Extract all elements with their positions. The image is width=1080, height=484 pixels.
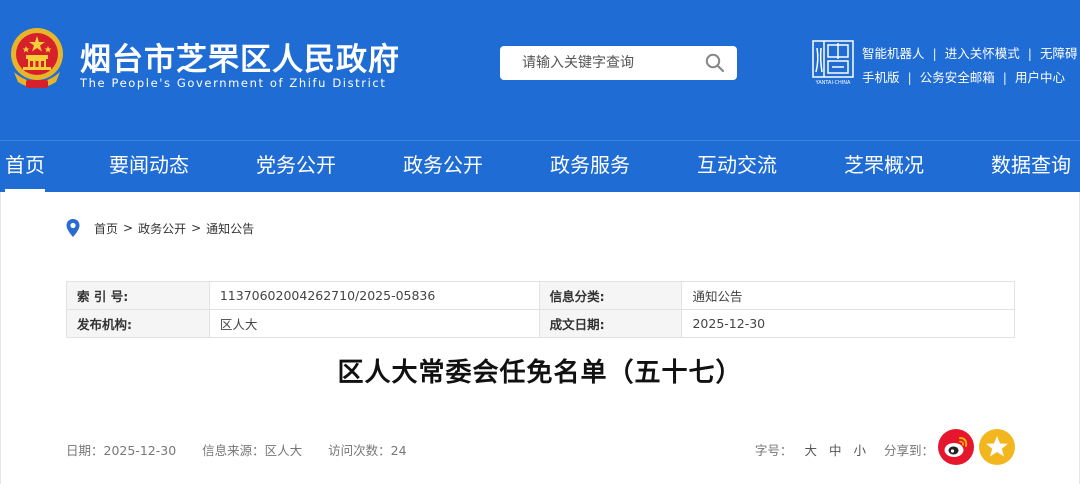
table-row: 发布机构: 区人大 成文日期: 2025-12-30 xyxy=(66,309,1015,338)
nav-item-interaction[interactable]: 互动交流 xyxy=(697,141,777,192)
link-separator: | xyxy=(907,70,912,85)
article-tools: 字号： 大 中 小 分享到： xyxy=(755,440,934,459)
main-nav: 首页 要闻动态 党务公开 政务公开 政务服务 互动交流 芝罘概况 数据查询 xyxy=(0,140,1080,192)
link-smart-robot[interactable]: 智能机器人 xyxy=(862,43,925,65)
top-links-row-1: 智能机器人 | 进入关怀模式 | 无障碍 xyxy=(862,42,1077,66)
nav-item-data-query[interactable]: 数据查询 xyxy=(991,141,1071,192)
location-pin-icon xyxy=(66,219,80,237)
search-box xyxy=(500,46,737,80)
breadcrumb-separator: > xyxy=(123,221,134,235)
meta-category-label: 信息分类: xyxy=(538,281,683,310)
nav-item-party-affairs[interactable]: 党务公开 xyxy=(256,141,336,192)
nav-item-home[interactable]: 首页 xyxy=(5,141,45,192)
link-user-center[interactable]: 用户中心 xyxy=(1015,67,1065,89)
font-size-large-button[interactable]: 大 xyxy=(804,440,817,459)
share-label: 分享到： xyxy=(883,443,934,458)
site-title: 烟台市芝罘区人民政府 xyxy=(80,42,400,78)
breadcrumb-government-affairs[interactable]: 政务公开 xyxy=(138,220,186,237)
meta-date-label: 成文日期: xyxy=(538,309,683,338)
link-separator: | xyxy=(932,46,937,61)
link-mobile-version[interactable]: 手机版 xyxy=(862,67,900,89)
font-size-small-button[interactable]: 小 xyxy=(853,440,866,459)
site-header: 烟台市芝罘区人民政府 The People's Government of Zh… xyxy=(0,0,1080,140)
article-visits: 访问次数：24 xyxy=(328,443,407,458)
search-input[interactable] xyxy=(500,46,700,80)
link-accessibility[interactable]: 无障碍 xyxy=(1040,43,1078,65)
national-emblem-icon xyxy=(11,28,63,88)
meta-date-value: 2025-12-30 xyxy=(681,309,1015,338)
city-logo-caption: YANTAI·CHINA xyxy=(815,80,851,86)
top-links: 智能机器人 | 进入关怀模式 | 无障碍 手机版 | 公务安全邮箱 | 用户中心 xyxy=(862,42,1077,90)
breadcrumb: 首页 > 政务公开 > 通知公告 xyxy=(66,218,254,238)
nav-item-government-affairs[interactable]: 政务公开 xyxy=(403,141,483,192)
link-separator: | xyxy=(1027,46,1032,61)
font-size-label: 字号： xyxy=(754,443,793,458)
yantai-city-logo-icon: YANTAI·CHINA xyxy=(812,40,854,86)
article-source: 信息来源：区人大 xyxy=(202,443,303,458)
article-info: 日期：2025-12-30 信息来源：区人大 访问次数：24 xyxy=(66,440,433,459)
document-meta-table: 索 引 号: 11370602004262710/2025-05836 信息分类… xyxy=(66,281,1015,338)
meta-index-value: 11370602004262710/2025-05836 xyxy=(208,281,540,310)
breadcrumb-notices[interactable]: 通知公告 xyxy=(206,220,254,237)
weibo-icon[interactable] xyxy=(938,429,974,465)
article-date: 日期：2025-12-30 xyxy=(66,443,177,458)
search-icon[interactable] xyxy=(705,53,725,73)
meta-publisher-value: 区人大 xyxy=(208,309,540,338)
article-title: 区人大常委会任免名单（五十七） xyxy=(337,358,743,388)
nav-item-overview[interactable]: 芝罘概况 xyxy=(844,141,924,192)
nav-item-government-services[interactable]: 政务服务 xyxy=(550,141,630,192)
top-links-row-2: 手机版 | 公务安全邮箱 | 用户中心 xyxy=(862,66,1077,90)
link-official-mailbox[interactable]: 公务安全邮箱 xyxy=(920,67,995,89)
font-size-medium-button[interactable]: 中 xyxy=(829,440,842,459)
breadcrumb-separator: > xyxy=(191,221,202,235)
meta-category-value: 通知公告 xyxy=(681,281,1015,310)
table-row: 索 引 号: 11370602004262710/2025-05836 信息分类… xyxy=(66,281,1015,310)
meta-index-label: 索 引 号: xyxy=(66,281,210,310)
nav-item-news[interactable]: 要闻动态 xyxy=(109,141,189,192)
favorite-star-icon[interactable] xyxy=(979,429,1015,465)
breadcrumb-home[interactable]: 首页 xyxy=(94,220,118,237)
site-subtitle: The People's Government of Zhifu Distric… xyxy=(80,76,387,90)
link-separator: | xyxy=(1002,70,1007,85)
link-care-mode[interactable]: 进入关怀模式 xyxy=(945,43,1020,65)
meta-publisher-label: 发布机构: xyxy=(66,309,210,338)
